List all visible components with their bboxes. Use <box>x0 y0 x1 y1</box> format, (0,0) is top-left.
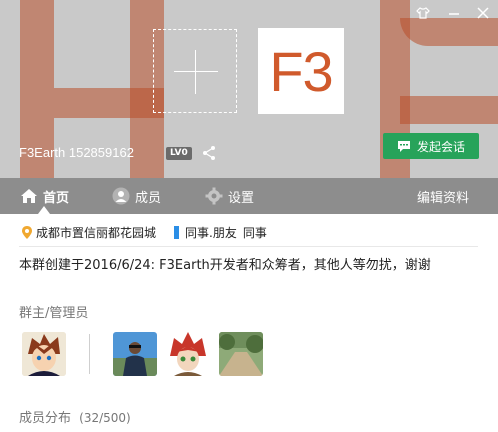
add-photo-button[interactable] <box>153 29 237 113</box>
group-description: 本群创建于2016/6/24: F3Earth开发者和众筹者，其他人等勿扰，谢谢 <box>19 258 431 273</box>
group-logo-text: F3 <box>269 39 333 103</box>
admin-avatar-1[interactable] <box>113 332 157 376</box>
shirt-icon <box>416 7 430 19</box>
plus-icon-horizontal <box>174 71 218 72</box>
share-icon[interactable] <box>201 145 217 161</box>
admin-avatar-2[interactable] <box>166 332 210 376</box>
user-icon <box>112 187 130 205</box>
group-level-badge: LV0 <box>166 147 192 160</box>
plus-icon-vertical <box>195 50 196 94</box>
close-button[interactable] <box>474 6 492 24</box>
skin-button[interactable] <box>414 6 432 24</box>
member-distribution-label: 成员分布 <box>19 411 72 426</box>
group-logo[interactable]: F3 <box>258 28 344 114</box>
member-distribution-title: 成员分布 (32/500) <box>19 407 131 426</box>
minimize-icon <box>449 13 459 15</box>
tag-item: 同事 <box>242 226 267 240</box>
tab-members[interactable]: 成员 <box>112 178 161 214</box>
tab-settings-label: 设置 <box>228 190 255 206</box>
tab-bar: 首页 成员 设置 编辑资料 <box>0 178 498 214</box>
close-icon <box>477 7 489 19</box>
tag-item: 同事.朋友 <box>185 226 237 240</box>
tag-icon <box>174 226 179 239</box>
owner-avatar[interactable] <box>22 332 66 376</box>
location-pin-icon <box>22 226 32 239</box>
admins-divider <box>89 334 90 374</box>
group-location: 成都市置信丽都花园城 <box>22 224 156 241</box>
gear-icon <box>205 187 223 205</box>
edit-profile-link[interactable]: 编辑资料 <box>417 178 469 214</box>
start-chat-label: 发起会话 <box>416 139 465 154</box>
chat-bubble-icon <box>397 141 410 152</box>
minimize-button[interactable] <box>445 6 463 24</box>
tab-home-label: 首页 <box>43 190 70 206</box>
member-count: (32/500) <box>79 411 131 425</box>
admin-avatar-3[interactable] <box>219 332 263 376</box>
group-name: F3Earth 152859162 <box>19 145 134 160</box>
divider <box>19 246 478 247</box>
start-chat-button[interactable]: 发起会话 <box>383 133 479 159</box>
admins-section-title: 群主/管理员 <box>19 306 89 321</box>
tab-settings[interactable]: 设置 <box>205 178 254 214</box>
group-tags: 同事.朋友 同事 <box>174 224 267 241</box>
tab-members-label: 成员 <box>135 190 162 206</box>
location-text: 成都市置信丽都花园城 <box>36 226 157 240</box>
edit-profile-label: 编辑资料 <box>417 190 470 206</box>
home-icon <box>21 189 37 203</box>
active-tab-indicator <box>38 206 50 214</box>
